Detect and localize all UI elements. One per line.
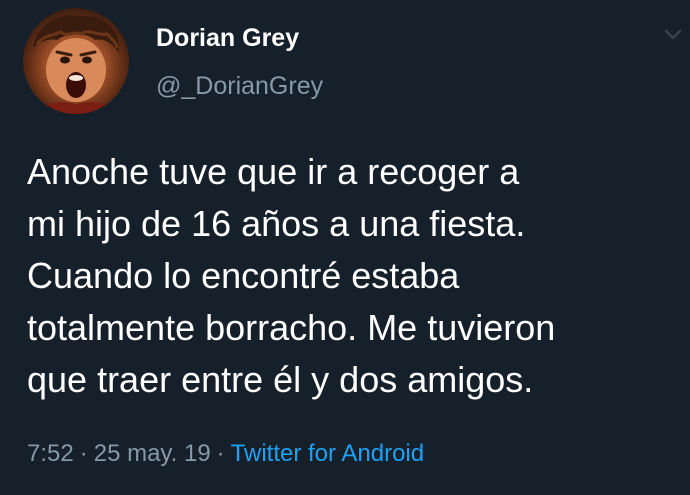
author-avatar[interactable] bbox=[23, 8, 129, 114]
tweet-date[interactable]: 25 may. 19 bbox=[94, 440, 211, 467]
tweet-text-line: mi hijo de 16 años a una fiesta. bbox=[27, 203, 526, 244]
tweet-meta: 7:52 · 25 may. 19 · Twitter for Android bbox=[27, 440, 424, 468]
tweet-text-line: Cuando lo encontré estaba bbox=[27, 255, 460, 296]
tweet-source-link[interactable]: Twitter for Android bbox=[231, 440, 424, 467]
meta-separator: · bbox=[79, 440, 88, 467]
author-handle[interactable]: @_DorianGrey bbox=[156, 72, 323, 101]
author-display-name[interactable]: Dorian Grey bbox=[156, 24, 299, 53]
tweet-time[interactable]: 7:52 bbox=[27, 440, 74, 467]
meta-separator: · bbox=[216, 440, 225, 467]
tweet-card: Dorian Grey @_DorianGrey Anoche tuve que… bbox=[0, 0, 690, 495]
avatar-photo-icon bbox=[33, 15, 120, 114]
tweet-text-line: que traer entre él y dos amigos. bbox=[27, 359, 534, 400]
chevron-down-icon[interactable] bbox=[664, 28, 682, 42]
tweet-text-line: totalmente borracho. Me tuvieron bbox=[27, 307, 556, 348]
tweet-text-line: Anoche tuve que ir a recoger a bbox=[27, 151, 520, 192]
tweet-text: Anoche tuve que ir a recoger a mi hijo d… bbox=[27, 146, 677, 406]
